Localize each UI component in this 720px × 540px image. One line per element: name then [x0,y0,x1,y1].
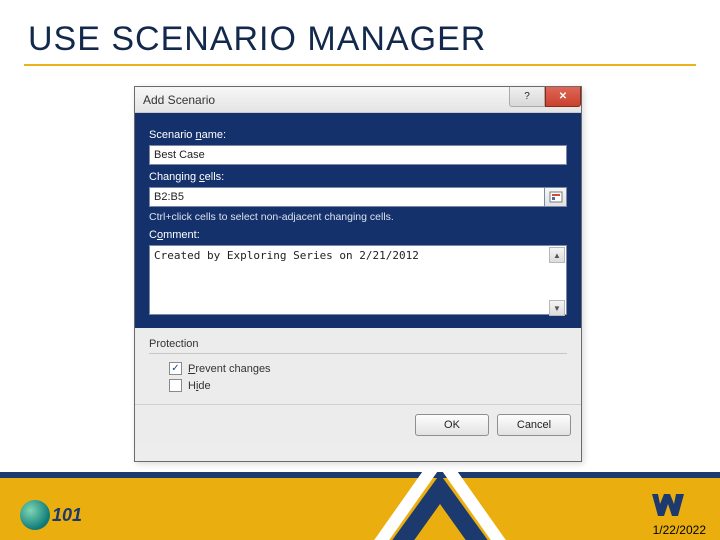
footer-chevron-icon [370,472,510,540]
protection-group: Protection ✓ Prevent changes Hide [135,328,581,404]
range-picker-icon [549,191,563,203]
scenario-name-input[interactable] [149,145,567,165]
help-button[interactable]: ? [509,87,545,107]
dialog-button-bar: OK Cancel [135,404,581,444]
prevent-changes-label: Prevent changes [188,363,271,375]
slide-title: USE SCENARIO MANAGER [0,0,720,59]
changing-cells-hint: Ctrl+click cells to select non-adjacent … [149,211,567,223]
hide-label: Hide [188,380,211,392]
scroll-down-button[interactable]: ▼ [549,300,565,316]
close-button[interactable]: ✕ [545,87,581,107]
cancel-button[interactable]: Cancel [497,414,571,436]
prevent-changes-row[interactable]: ✓ Prevent changes [169,362,567,375]
slide-date: 1/22/2022 [653,523,706,537]
changing-cells-label: Changing cells: [149,171,567,183]
comment-label: Comment: [149,229,567,241]
prevent-changes-checkbox[interactable]: ✓ [169,362,182,375]
footer-band: 101 1/22/2022 [0,472,720,540]
globe-icon [20,500,50,530]
dialog-titlebar: Add Scenario ? ✕ [135,87,581,113]
course-logo-text: 101 [52,505,82,526]
course-logo: 101 [20,500,82,530]
comment-textarea[interactable] [149,245,567,315]
add-scenario-dialog: Add Scenario ? ✕ Scenario name: Changing… [134,86,582,462]
textarea-scroll: ▲ ▼ [549,247,565,316]
scenario-name-label: Scenario name: [149,129,567,141]
wv-logo-icon [650,490,686,518]
scroll-up-button[interactable]: ▲ [549,247,565,263]
protection-label: Protection [149,338,567,352]
ok-button[interactable]: OK [415,414,489,436]
title-underline [24,64,696,66]
range-picker-button[interactable] [545,187,567,207]
dialog-title: Add Scenario [143,93,215,107]
dialog-body: Scenario name: Changing cells: Ctrl+clic… [135,113,581,328]
hide-row[interactable]: Hide [169,379,567,392]
hide-checkbox[interactable] [169,379,182,392]
changing-cells-input[interactable] [149,187,545,207]
group-divider [149,353,567,354]
window-buttons: ? ✕ [509,87,581,107]
